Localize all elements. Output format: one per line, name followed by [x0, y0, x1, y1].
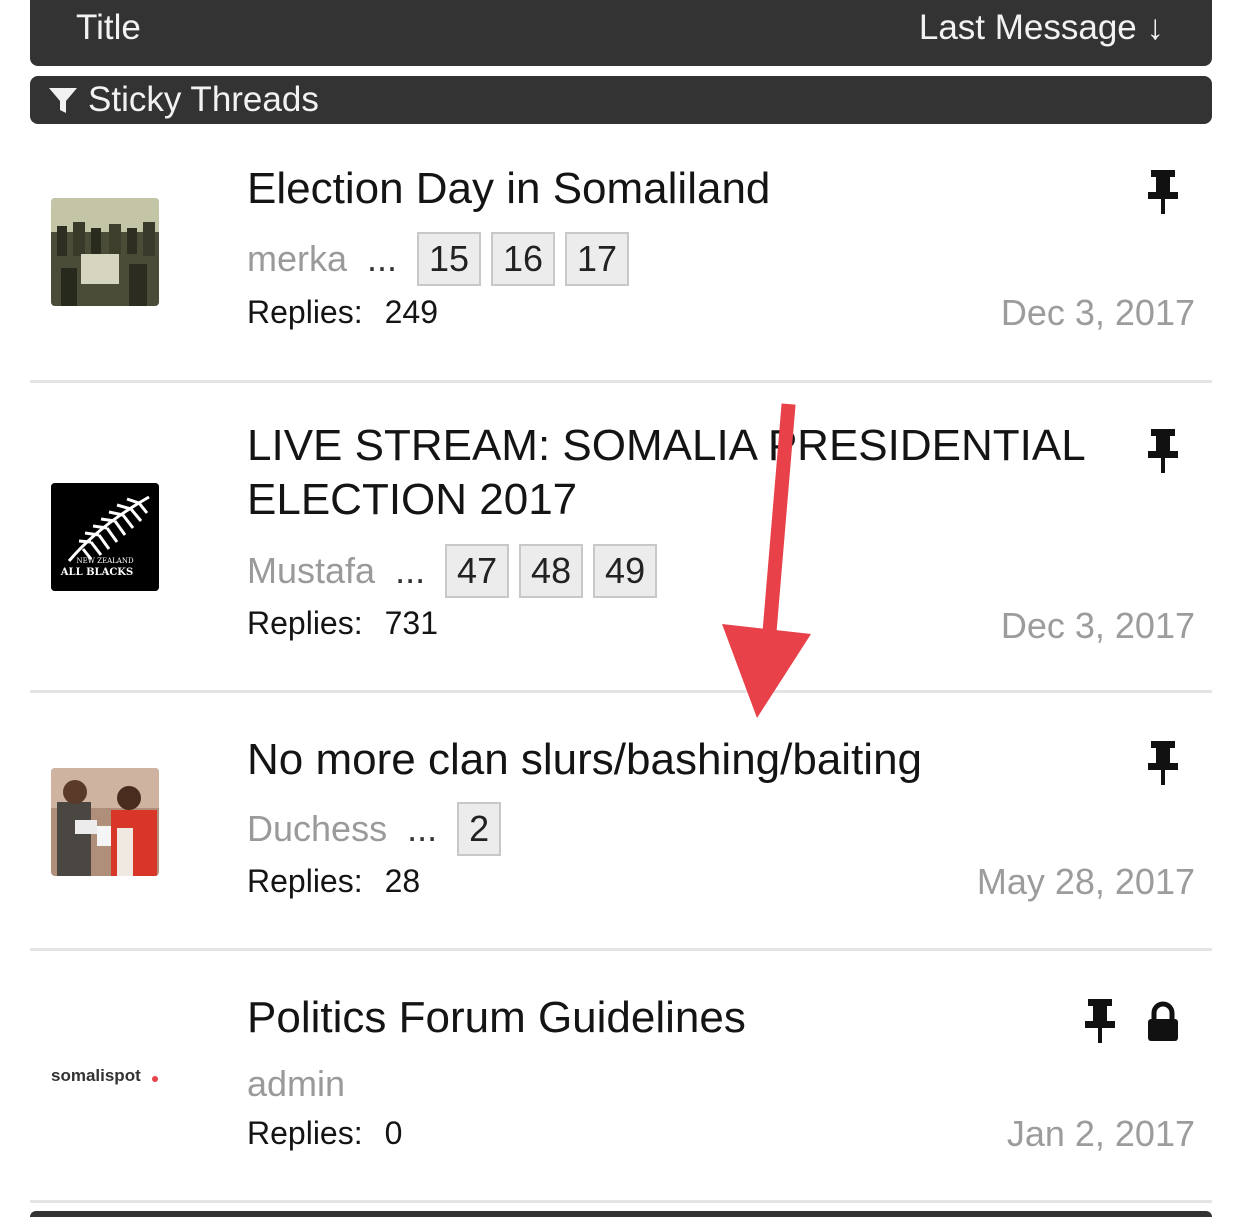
last-message-date[interactable]: Jan 2, 2017: [1007, 1113, 1195, 1155]
page-link[interactable]: 48: [519, 544, 584, 598]
last-message-date[interactable]: Dec 3, 2017: [1001, 605, 1195, 647]
avatar[interactable]: [51, 768, 159, 876]
last-message-date[interactable]: Dec 3, 2017: [1001, 292, 1195, 334]
last-message-date[interactable]: May 28, 2017: [977, 861, 1195, 903]
avatar-caption-small: NEW ZEALAND: [76, 557, 134, 565]
somalispot-logo: somalispot: [51, 1023, 159, 1131]
replies-label: Replies:: [247, 294, 363, 330]
people-photo-thumbnail: [51, 768, 159, 876]
sort-by-last-message[interactable]: Last Message ↓: [919, 8, 1164, 48]
thread-meta: merka ... 15 16 17: [247, 232, 639, 286]
sticky-threads-label: Sticky Threads: [88, 80, 319, 119]
page-link[interactable]: 47: [445, 544, 510, 598]
filter-icon: [49, 88, 77, 113]
pages-ellipsis: ...: [395, 550, 426, 591]
page-link[interactable]: 15: [417, 232, 482, 286]
replies-count: 0: [384, 1115, 403, 1151]
avatar[interactable]: somalispot: [51, 1023, 159, 1131]
avatar-caption: ALL BLACKS: [60, 567, 133, 578]
thread-row[interactable]: Election Day in Somaliland merka ... 15 …: [30, 130, 1212, 383]
thread-list-header: Title Last Message ↓: [30, 0, 1212, 66]
thread-title[interactable]: LIVE STREAM: SOMALIA PRESIDENTIAL ELECTI…: [247, 419, 1127, 527]
thread-title[interactable]: Politics Forum Guidelines: [247, 991, 1127, 1045]
pages-ellipsis: ...: [407, 808, 438, 849]
page-link[interactable]: 16: [491, 232, 556, 286]
replies-stat: Replies: 249: [247, 294, 438, 331]
lock-icon: [1148, 1001, 1178, 1041]
thread-list-page: Title Last Message ↓ Sticky Threads Elec…: [0, 0, 1242, 1217]
logo-wordmark: somalispot: [51, 1066, 141, 1085]
sort-by-title[interactable]: Title: [76, 8, 141, 48]
replies-count: 28: [384, 863, 421, 899]
replies-stat: Replies: 731: [247, 605, 438, 642]
thread-row[interactable]: No more clan slurs/bashing/baiting Duche…: [30, 693, 1212, 951]
thread-title[interactable]: No more clan slurs/bashing/baiting: [247, 733, 1127, 787]
thread-author[interactable]: admin: [247, 1063, 345, 1105]
all-blacks-fern-logo: NEW ZEALAND ALL BLACKS: [51, 483, 159, 591]
thread-author[interactable]: merka: [247, 238, 347, 280]
replies-stat: Replies: 28: [247, 863, 420, 900]
replies-label: Replies:: [247, 605, 363, 641]
pushpin-icon: [1085, 999, 1115, 1043]
page-link[interactable]: 49: [593, 544, 658, 598]
avatar[interactable]: [51, 198, 159, 306]
thread-meta: Duchess ... 2: [247, 802, 511, 856]
avatar[interactable]: NEW ZEALAND ALL BLACKS: [51, 483, 159, 591]
replies-count: 249: [384, 294, 438, 330]
thread-author[interactable]: Mustafa: [247, 550, 375, 592]
thread-meta: Mustafa ... 47 48 49: [247, 544, 667, 598]
thread-author[interactable]: Duchess: [247, 808, 387, 850]
replies-label: Replies:: [247, 863, 363, 899]
page-link[interactable]: 2: [457, 802, 502, 856]
thread-meta: admin: [247, 1057, 345, 1111]
sticky-threads-bar[interactable]: Sticky Threads: [30, 76, 1212, 124]
page-link[interactable]: 17: [565, 232, 630, 286]
replies-count: 731: [384, 605, 438, 641]
next-section-bar: [30, 1211, 1212, 1217]
pushpin-icon: [1148, 170, 1178, 214]
crowd-photo-thumbnail: [51, 198, 159, 306]
thread-row[interactable]: NEW ZEALAND ALL BLACKS LIVE STREAM: SOMA…: [30, 383, 1212, 693]
thread-title[interactable]: Election Day in Somaliland: [247, 162, 1127, 216]
pushpin-icon: [1148, 741, 1178, 785]
replies-label: Replies:: [247, 1115, 363, 1151]
pushpin-icon: [1148, 429, 1178, 473]
pages-ellipsis: ...: [367, 238, 398, 279]
replies-stat: Replies: 0: [247, 1115, 402, 1152]
thread-row[interactable]: somalispot Politics Forum Guidelines adm…: [30, 951, 1212, 1203]
